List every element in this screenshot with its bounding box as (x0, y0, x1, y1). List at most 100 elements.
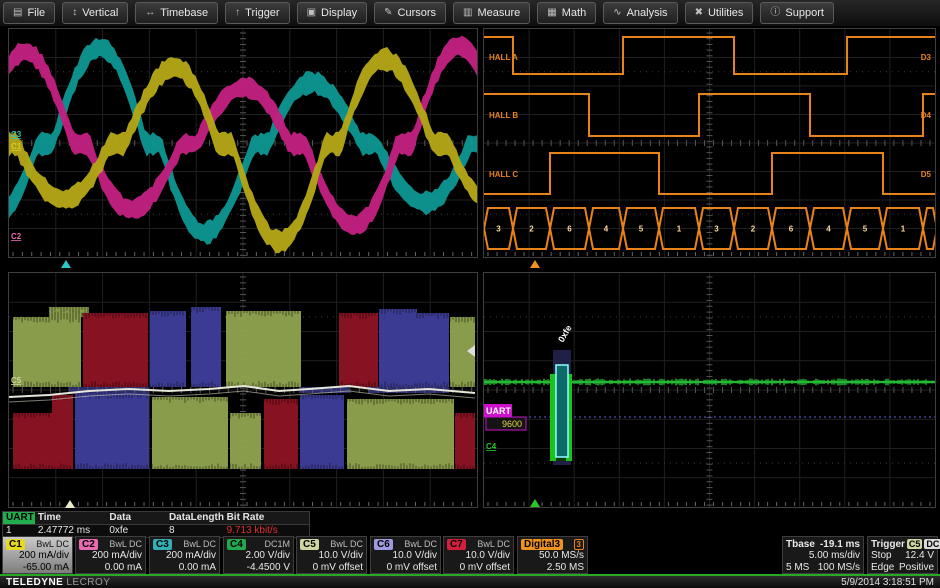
c5-offset: 0 mV offset (300, 562, 363, 574)
trigger-source-chip: C5 (907, 539, 923, 549)
menu-utilities-label: Utilities (708, 7, 743, 19)
uart-table-header: UART Time Data DataLength Bit Rate (2, 511, 310, 525)
menu-math-label: Math (562, 7, 586, 19)
c3-scale: 200 mA/div (153, 550, 216, 562)
digital3-rate: 50.0 MS/s (521, 550, 584, 562)
svg-text:C1: C1 (11, 142, 22, 151)
digital3-samples: 2.50 MS (521, 562, 584, 574)
channel-box-c3[interactable]: C3BwL DC 200 mA/div 0.00 mA (149, 536, 220, 574)
trigger-slope: Positive (899, 562, 934, 574)
trigger-box[interactable]: TriggerC5DC Stop12.4 V EdgePositive (867, 536, 938, 574)
c1-chip: C1 (6, 539, 25, 550)
datetime: 5/9/2014 3:18:51 PM (841, 577, 934, 588)
svg-text:HALL B: HALL B (489, 111, 518, 120)
pwm-voltages-grid[interactable]: C5 (8, 272, 478, 508)
c6-scale: 10.0 V/div (374, 550, 437, 562)
menu-bar: ▤File ↕ Vertical ↔Timebase ↑Trigger ▣ Disp… (0, 0, 940, 26)
info-icon: ⓘ (770, 8, 780, 18)
svg-text:2: 2 (529, 225, 534, 234)
menu-analysis[interactable]: ∿Analysis (603, 2, 677, 24)
channel-box-c6[interactable]: C6BwL DC 10.0 V/div 0 mV offset (370, 536, 441, 574)
col-time: Time (35, 512, 107, 524)
trigger-marker-tr[interactable] (530, 260, 540, 268)
channel-box-digital3[interactable]: Digital3 3 50.0 MS/s 2.50 MS (517, 536, 588, 574)
svg-text:9600: 9600 (502, 419, 522, 429)
c2-coupling: BwL DC (109, 539, 142, 549)
svg-text:C2: C2 (11, 232, 22, 241)
svg-text:3: 3 (496, 225, 501, 234)
channel-box-c2[interactable]: C2BwL DC 200 mA/div 0.00 mA (75, 536, 146, 574)
c3-chip: C3 (153, 539, 172, 550)
menu-math[interactable]: ▦ Math (537, 2, 596, 24)
menu-vertical[interactable]: ↕ Vertical (62, 2, 128, 24)
menu-measure[interactable]: ▥Measure (453, 2, 530, 24)
math-icon: ▦ (547, 8, 556, 18)
c5-chip: C5 (300, 539, 319, 550)
col-data: Data (106, 512, 166, 524)
menu-utilities[interactable]: ✖ Utilities (685, 2, 754, 24)
uart-decode-grid[interactable]: 0xfeUART9600C4 (483, 272, 936, 508)
channel-box-c1[interactable]: C1BwL DC 200 mA/div -65.00 mA (2, 536, 73, 574)
c4-scale: 2.00 V/div (227, 550, 290, 562)
svg-text:C3: C3 (11, 130, 22, 139)
c2-offset: 0.00 mA (79, 562, 142, 574)
channel-box-c7[interactable]: C7BwL DC 10.0 V/div 0 mV offset (443, 536, 514, 574)
uart-result-table: UART Time Data DataLength Bit Rate 1 2.4… (2, 511, 310, 538)
menu-trigger[interactable]: ↑Trigger (225, 2, 289, 24)
c4-coupling: DC1M (264, 539, 290, 549)
svg-text:D3: D3 (921, 53, 932, 62)
digital-hall-grid[interactable]: HALL AD3HALL BD4HALL CD5326451326451 (483, 28, 936, 258)
tbase-label: Tbase (786, 539, 815, 550)
svg-text:5: 5 (863, 225, 868, 234)
menu-display[interactable]: ▣ Display (297, 2, 368, 24)
menu-cursors[interactable]: ✎Cursors (374, 2, 446, 24)
tbase-rate: 100 MS/s (818, 562, 860, 574)
menu-trigger-label: Trigger (245, 7, 279, 19)
col-datalength: DataLength (166, 512, 224, 524)
c6-offset: 0 mV offset (374, 562, 437, 574)
trigger-coupling-chip: DC (924, 539, 940, 549)
trigger-level: 12.4 V (905, 550, 934, 562)
menu-support[interactable]: ⓘ Support (760, 2, 834, 24)
menu-file-label: File (27, 7, 45, 19)
digital-bus-icon: 3 (574, 539, 584, 550)
c6-chip: C6 (374, 539, 393, 550)
channel-box-c5[interactable]: C5BwL DC 10.0 V/div 0 mV offset (296, 536, 367, 574)
tbase-samples: 5 MS (786, 562, 809, 574)
svg-text:C5: C5 (11, 376, 22, 385)
tbase-delay: -19.1 ms (820, 539, 860, 550)
c4-chip: C4 (227, 539, 246, 550)
trigger-marker-br[interactable] (530, 499, 540, 507)
c1-scale: 200 mA/div (6, 550, 69, 562)
uart-table-chip: UART (3, 512, 35, 524)
vertical-arrows-icon: ↕ (72, 8, 77, 18)
trigger-type: Edge (871, 562, 894, 574)
menu-file[interactable]: ▤File (3, 2, 55, 24)
menu-support-label: Support (785, 7, 824, 19)
svg-text:5: 5 (639, 225, 644, 234)
channel-box-c4[interactable]: C4 DC1M 2.00 V/div -4.4500 V (223, 536, 294, 574)
brand-logo: TELEDYNELECROY (6, 577, 110, 588)
svg-text:D5: D5 (921, 170, 932, 179)
menu-cursors-label: Cursors (398, 7, 437, 19)
menu-display-label: Display (321, 7, 357, 19)
menu-vertical-label: Vertical (82, 7, 118, 19)
trigger-marker-tl[interactable] (61, 260, 71, 268)
col-bitrate: Bit Rate (224, 512, 309, 524)
trigger-marker-bl[interactable] (65, 500, 75, 508)
svg-text:6: 6 (789, 225, 794, 234)
timebase-box[interactable]: Tbase-19.1 ms 5.00 ms/div 5 MS100 MS/s (782, 536, 864, 574)
c4-offset: -4.4500 V (227, 562, 290, 574)
analog-currents-grid[interactable]: C3 C1 C2 (8, 28, 478, 258)
status-bar: TELEDYNELECROY 5/9/2014 3:18:51 PM (0, 574, 940, 588)
menu-timebase[interactable]: ↔Timebase (135, 2, 218, 24)
c1-coupling: BwL DC (36, 539, 69, 549)
utilities-icon: ✖ (695, 8, 703, 18)
svg-text:HALL C: HALL C (489, 170, 518, 179)
digital3-chip: Digital3 (521, 539, 563, 550)
analysis-wave-icon: ∿ (613, 8, 621, 18)
horizontal-arrows-icon: ↔ (145, 8, 155, 18)
display-icon: ▣ (307, 8, 316, 18)
trigger-label: Trigger (871, 539, 905, 550)
svg-text:UART: UART (486, 406, 511, 416)
